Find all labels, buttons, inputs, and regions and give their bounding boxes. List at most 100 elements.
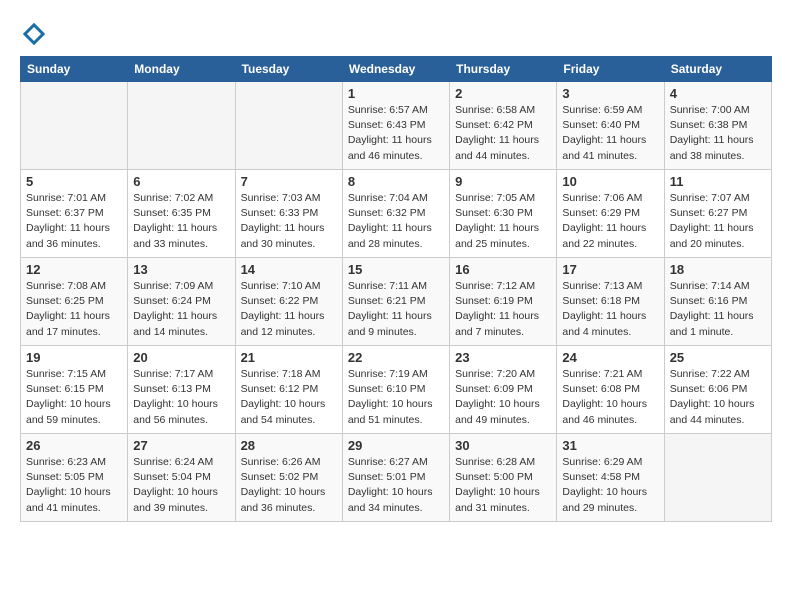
calendar-cell: 3 Sunrise: 6:59 AM Sunset: 6:40 PM Daylig…: [557, 82, 664, 170]
calendar-cell: 4Sunrise: 7:00 AM Sunset: 6:38 PM Daylig…: [664, 82, 771, 170]
calendar-cell: 25 Sunrise: 7:22 AM Sunset: 6:06 PM Dayli…: [664, 346, 771, 434]
day-info: Sunrise: 7:20 AM Sunset: 6:09 PM Dayligh…: [455, 367, 551, 428]
day-info: Sunrise: 7:00 AM Sunset: 6:38 PM Dayligh…: [670, 103, 766, 164]
calendar-cell: 2 Sunrise: 6:58 AM Sunset: 6:42 PM Daylig…: [450, 82, 557, 170]
page-header: [20, 20, 772, 48]
day-info: Sunrise: 7:03 AM Sunset: 6:33 PM Dayligh…: [241, 191, 337, 252]
calendar-cell: 6 Sunrise: 7:02 AM Sunset: 6:35 PM Daylig…: [128, 170, 235, 258]
header-row: SundayMondayTuesdayWednesdayThursdayFrid…: [21, 57, 772, 82]
day-info: Sunrise: 6:29 AM Sunset: 4:58 PM Dayligh…: [562, 455, 658, 516]
day-header-friday: Friday: [557, 57, 664, 82]
week-row-3: 12 Sunrise: 7:08 AM Sunset: 6:25 PM Dayli…: [21, 258, 772, 346]
day-number: 19: [26, 350, 122, 365]
calendar-cell: 23 Sunrise: 7:20 AM Sunset: 6:09 PM Dayli…: [450, 346, 557, 434]
calendar-cell: 8Sunrise: 7:04 AM Sunset: 6:32 PM Daylig…: [342, 170, 449, 258]
day-header-wednesday: Wednesday: [342, 57, 449, 82]
day-number: 27: [133, 438, 229, 453]
calendar-cell: 13 Sunrise: 7:09 AM Sunset: 6:24 PM Dayli…: [128, 258, 235, 346]
calendar-cell: 10 Sunrise: 7:06 AM Sunset: 6:29 PM Dayli…: [557, 170, 664, 258]
day-info: Sunrise: 7:15 AM Sunset: 6:15 PM Dayligh…: [26, 367, 122, 428]
day-number: 12: [26, 262, 122, 277]
day-number: 9: [455, 174, 551, 189]
day-header-monday: Monday: [128, 57, 235, 82]
day-header-thursday: Thursday: [450, 57, 557, 82]
day-number: 13: [133, 262, 229, 277]
week-row-1: 1 Sunrise: 6:57 AM Sunset: 6:43 PM Daylig…: [21, 82, 772, 170]
day-info: Sunrise: 7:19 AM Sunset: 6:10 PM Dayligh…: [348, 367, 444, 428]
day-number: 18: [670, 262, 766, 277]
day-number: 1: [348, 86, 444, 101]
day-info: Sunrise: 7:08 AM Sunset: 6:25 PM Dayligh…: [26, 279, 122, 340]
day-info: Sunrise: 6:28 AM Sunset: 5:00 PM Dayligh…: [455, 455, 551, 516]
calendar-cell: [21, 82, 128, 170]
calendar-cell: [128, 82, 235, 170]
day-number: 30: [455, 438, 551, 453]
calendar-cell: 15 Sunrise: 7:11 AM Sunset: 6:21 PM Dayli…: [342, 258, 449, 346]
calendar-cell: 21 Sunrise: 7:18 AM Sunset: 6:12 PM Dayli…: [235, 346, 342, 434]
day-number: 25: [670, 350, 766, 365]
day-info: Sunrise: 7:21 AM Sunset: 6:08 PM Dayligh…: [562, 367, 658, 428]
calendar-cell: 29 Sunrise: 6:27 AM Sunset: 5:01 PM Dayli…: [342, 434, 449, 522]
calendar-cell: 1 Sunrise: 6:57 AM Sunset: 6:43 PM Daylig…: [342, 82, 449, 170]
day-info: Sunrise: 6:26 AM Sunset: 5:02 PM Dayligh…: [241, 455, 337, 516]
calendar-cell: 30 Sunrise: 6:28 AM Sunset: 5:00 PM Dayli…: [450, 434, 557, 522]
day-number: 10: [562, 174, 658, 189]
calendar-cell: 20 Sunrise: 7:17 AM Sunset: 6:13 PM Dayli…: [128, 346, 235, 434]
day-number: 16: [455, 262, 551, 277]
day-info: Sunrise: 7:01 AM Sunset: 6:37 PM Dayligh…: [26, 191, 122, 252]
day-number: 20: [133, 350, 229, 365]
calendar-cell: 22Sunrise: 7:19 AM Sunset: 6:10 PM Dayli…: [342, 346, 449, 434]
calendar-cell: 9Sunrise: 7:05 AM Sunset: 6:30 PM Daylig…: [450, 170, 557, 258]
day-number: 17: [562, 262, 658, 277]
day-number: 2: [455, 86, 551, 101]
day-info: Sunrise: 7:06 AM Sunset: 6:29 PM Dayligh…: [562, 191, 658, 252]
day-header-sunday: Sunday: [21, 57, 128, 82]
day-number: 11: [670, 174, 766, 189]
day-info: Sunrise: 7:14 AM Sunset: 6:16 PM Dayligh…: [670, 279, 766, 340]
calendar-cell: 7Sunrise: 7:03 AM Sunset: 6:33 PM Daylig…: [235, 170, 342, 258]
day-info: Sunrise: 7:11 AM Sunset: 6:21 PM Dayligh…: [348, 279, 444, 340]
calendar-cell: 24Sunrise: 7:21 AM Sunset: 6:08 PM Dayli…: [557, 346, 664, 434]
day-info: Sunrise: 6:58 AM Sunset: 6:42 PM Dayligh…: [455, 103, 551, 164]
calendar-cell: 12 Sunrise: 7:08 AM Sunset: 6:25 PM Dayli…: [21, 258, 128, 346]
day-info: Sunrise: 7:17 AM Sunset: 6:13 PM Dayligh…: [133, 367, 229, 428]
calendar-cell: 31 Sunrise: 6:29 AM Sunset: 4:58 PM Dayli…: [557, 434, 664, 522]
day-info: Sunrise: 7:09 AM Sunset: 6:24 PM Dayligh…: [133, 279, 229, 340]
day-number: 15: [348, 262, 444, 277]
day-info: Sunrise: 7:18 AM Sunset: 6:12 PM Dayligh…: [241, 367, 337, 428]
logo: [20, 20, 52, 48]
day-info: Sunrise: 7:22 AM Sunset: 6:06 PM Dayligh…: [670, 367, 766, 428]
logo-icon: [20, 20, 48, 48]
calendar-cell: 17 Sunrise: 7:13 AM Sunset: 6:18 PM Dayli…: [557, 258, 664, 346]
day-header-saturday: Saturday: [664, 57, 771, 82]
day-info: Sunrise: 6:27 AM Sunset: 5:01 PM Dayligh…: [348, 455, 444, 516]
day-info: Sunrise: 6:57 AM Sunset: 6:43 PM Dayligh…: [348, 103, 444, 164]
day-header-tuesday: Tuesday: [235, 57, 342, 82]
week-row-2: 5 Sunrise: 7:01 AM Sunset: 6:37 PM Daylig…: [21, 170, 772, 258]
calendar-table: SundayMondayTuesdayWednesdayThursdayFrid…: [20, 56, 772, 522]
day-info: Sunrise: 7:13 AM Sunset: 6:18 PM Dayligh…: [562, 279, 658, 340]
day-number: 23: [455, 350, 551, 365]
day-info: Sunrise: 6:23 AM Sunset: 5:05 PM Dayligh…: [26, 455, 122, 516]
day-number: 5: [26, 174, 122, 189]
calendar-cell: 18 Sunrise: 7:14 AM Sunset: 6:16 PM Dayli…: [664, 258, 771, 346]
day-number: 3: [562, 86, 658, 101]
calendar-cell: 27Sunrise: 6:24 AM Sunset: 5:04 PM Dayli…: [128, 434, 235, 522]
day-info: Sunrise: 7:02 AM Sunset: 6:35 PM Dayligh…: [133, 191, 229, 252]
day-number: 6: [133, 174, 229, 189]
calendar-cell: 28 Sunrise: 6:26 AM Sunset: 5:02 PM Dayli…: [235, 434, 342, 522]
calendar-cell: [664, 434, 771, 522]
calendar-cell: 11Sunrise: 7:07 AM Sunset: 6:27 PM Dayli…: [664, 170, 771, 258]
week-row-5: 26Sunrise: 6:23 AM Sunset: 5:05 PM Dayli…: [21, 434, 772, 522]
calendar-cell: [235, 82, 342, 170]
day-number: 31: [562, 438, 658, 453]
day-number: 21: [241, 350, 337, 365]
day-info: Sunrise: 7:10 AM Sunset: 6:22 PM Dayligh…: [241, 279, 337, 340]
day-info: Sunrise: 6:59 AM Sunset: 6:40 PM Dayligh…: [562, 103, 658, 164]
calendar-cell: 19 Sunrise: 7:15 AM Sunset: 6:15 PM Dayli…: [21, 346, 128, 434]
calendar-cell: 5 Sunrise: 7:01 AM Sunset: 6:37 PM Daylig…: [21, 170, 128, 258]
day-number: 14: [241, 262, 337, 277]
week-row-4: 19 Sunrise: 7:15 AM Sunset: 6:15 PM Dayli…: [21, 346, 772, 434]
day-number: 29: [348, 438, 444, 453]
day-number: 28: [241, 438, 337, 453]
